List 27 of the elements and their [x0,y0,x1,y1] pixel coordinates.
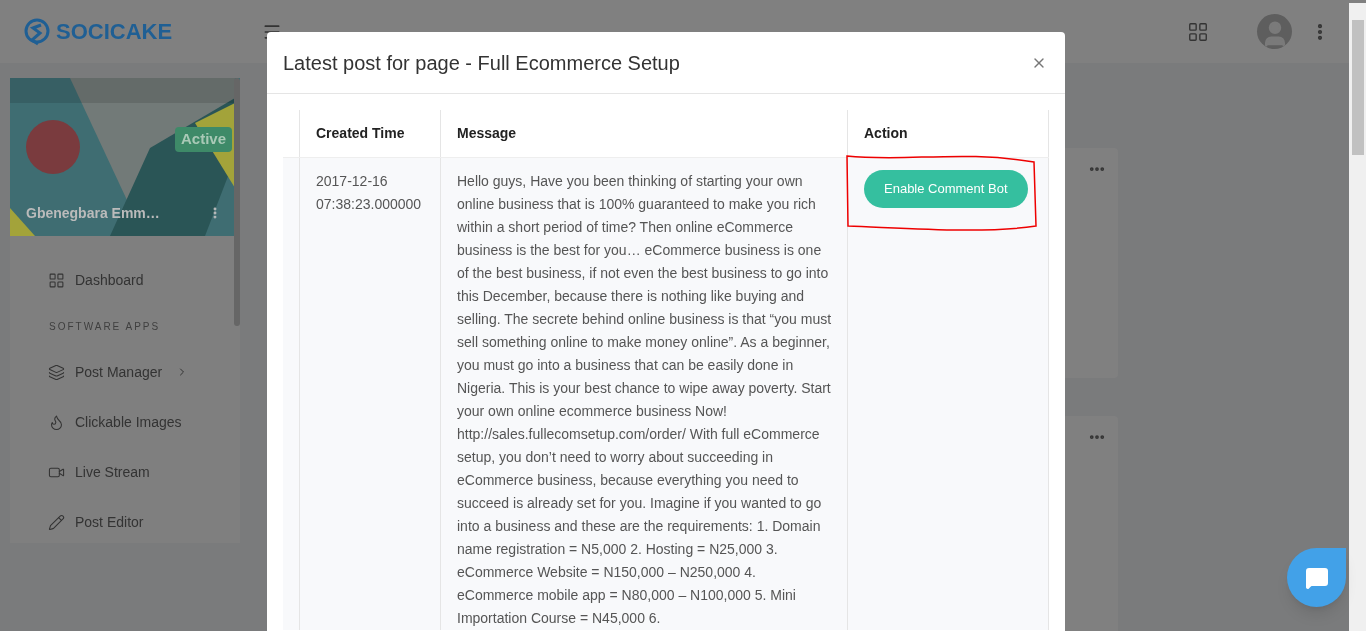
table-cell-text: 2017-12-16 07:38:23.000000 [316,172,423,214]
scrollbar-thumb[interactable] [1351,20,1364,155]
menu-item-icon [48,513,65,531]
table-cell-text: Hello guys, Have you been thinking of starting your own online business that is 100% guaranteed to make you rich within a short period of time? Then online eCommerce business is the best for you… eCommerce business is one of the best business, if not even the best business to go into this December, because there is nothing like buying and selling. The secrete behind online business is that “you must sell something online to make money online”. As a beginner, you must go into a business that can be easily done in Nigeria. This is your best chance to wipe away poverty. Start your own online ecommerce business Now! http://sales.fullecomsetup.com/order/ With full eCommerce setup, you don’t need to worry about succeeding in eCommerce business, because everything you need to succeed is already set for you. Imagine if you wanted to go into a business and these are the requirements: 1. Domain name registration = N5,000 2. Hosting = N25,000 3. eCommerce Website = N150,000 – N250,000 4. eCommerce mobile app = N80,000 – N100,000 5. Mini Importation Course = N45,000 6. [457,172,833,628]
avatar[interactable] [1257,14,1292,49]
column-header: Created Time [316,124,405,143]
column-header: Message [457,124,517,143]
menu-item-icon [48,363,65,381]
profile-name: Gbenegbara Emm… [26,204,160,223]
sidebar-item[interactable]: Clickable Images [10,397,232,447]
sidebar-item[interactable]: Post Manager [10,347,232,397]
chat-icon [1304,565,1329,590]
status-badge: Active [174,127,232,152]
sidebar-item[interactable]: Live Stream [10,447,232,497]
modal-title: Latest post for page - Full Ecommerce Setup [283,50,680,76]
scrollbar[interactable] [234,78,240,326]
column-header: Action [864,124,908,143]
menu-item-icon [48,271,65,289]
menu-item-icon [48,413,65,431]
logo-text: SOCICAKE [56,18,173,46]
avatar-photo [26,120,80,174]
enable-bot-button[interactable]: Enable Comment Bot [864,170,1028,208]
section-label: SOFTWARE APPS [49,319,161,334]
logo-icon [24,17,50,46]
sidebar-item[interactable]: Post Editor [10,497,232,547]
sidebar-item[interactable]: Dashboard [10,255,232,305]
apps-icon[interactable] [1187,20,1209,43]
